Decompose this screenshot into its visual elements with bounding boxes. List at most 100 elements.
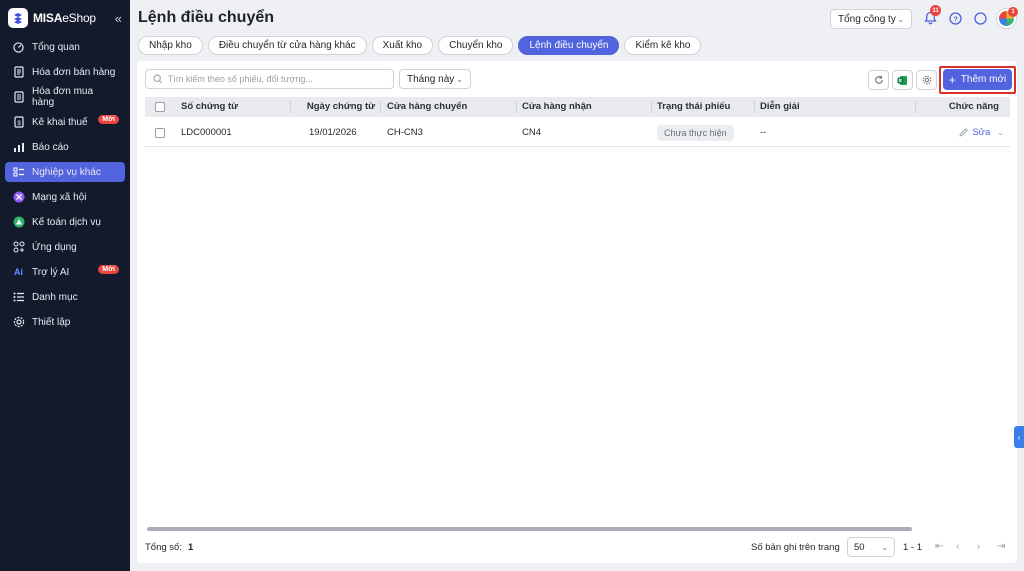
add-new-button[interactable]: + Thêm mới xyxy=(943,69,1012,90)
column-header-status[interactable]: Trạng thái phiếu xyxy=(657,97,755,117)
ai-icon: Ai xyxy=(14,267,23,277)
column-header-date[interactable]: Ngày chứng từ xyxy=(291,97,381,117)
total-label: Tổng số: xyxy=(145,542,182,553)
chevron-down-icon: ⌄ xyxy=(897,14,904,24)
tabs-bar: Nhập kho Điều chuyển từ cửa hàng khác Xu… xyxy=(138,36,702,55)
horizontal-scrollbar[interactable] xyxy=(147,527,912,531)
tab-transfer-order[interactable]: Lệnh điều chuyển xyxy=(518,36,620,55)
page-size-select[interactable]: 50 ⌄ xyxy=(847,537,895,557)
cell-to-store: CN4 xyxy=(522,127,542,138)
prev-page-icon[interactable]: ‹ xyxy=(956,541,959,552)
sidebar-item-label: Nghiệp vụ khác xyxy=(32,166,101,178)
tab-warehouse-transfer[interactable]: Chuyển kho xyxy=(438,36,514,55)
settings-button[interactable] xyxy=(916,70,937,90)
bar-chart-icon xyxy=(12,141,25,154)
sidebar-item-sales-invoice[interactable]: Hóa đơn bán hàng xyxy=(5,62,125,82)
misa-logo-icon xyxy=(8,8,28,28)
sidebar-item-tax[interactable]: $ Kê khai thuế Mới xyxy=(5,112,125,132)
pencil-icon xyxy=(959,128,968,137)
chevron-down-icon: ⌄ xyxy=(456,74,463,84)
sidebar-item-apps[interactable]: Ứng dụng xyxy=(5,237,125,257)
cell-doc-no[interactable]: LDC000001 xyxy=(181,127,232,138)
column-header-to-store[interactable]: Cửa hàng nhận xyxy=(522,97,652,117)
tab-stock-out[interactable]: Xuất kho xyxy=(371,36,434,55)
tab-inventory-check[interactable]: Kiểm kê kho xyxy=(624,36,702,55)
edit-button[interactable]: Sửa xyxy=(972,127,990,138)
avatar-badge: 1 xyxy=(1008,7,1018,17)
help-button[interactable]: ? xyxy=(947,10,963,26)
search-icon xyxy=(153,74,163,84)
refresh-icon xyxy=(874,75,883,84)
sidebar-item-overview[interactable]: Tổng quan xyxy=(5,37,125,57)
select-all-checkbox[interactable] xyxy=(155,102,165,112)
status-button[interactable] xyxy=(972,10,988,26)
social-icon xyxy=(12,191,25,204)
tax-icon: $ xyxy=(12,116,25,129)
sidebar-item-label: Trợ lý AI xyxy=(32,266,70,278)
tab-stock-in[interactable]: Nhập kho xyxy=(138,36,203,55)
svg-text:$: $ xyxy=(17,121,21,127)
sidebar-item-reports[interactable]: Báo cáo xyxy=(5,137,125,157)
row-checkbox[interactable] xyxy=(155,127,165,138)
main-panel: Tháng này ⌄ + Thêm mới Số chứng từ Ngày … xyxy=(137,61,1017,563)
period-select[interactable]: Tháng này ⌄ xyxy=(399,69,471,89)
refresh-button[interactable] xyxy=(868,70,889,90)
sidebar-item-catalog[interactable]: Danh mục xyxy=(5,287,125,307)
tab-transfer-from-other-store[interactable]: Điều chuyển từ cửa hàng khác xyxy=(207,36,367,55)
sidebar-item-label: Thiết lập xyxy=(32,316,71,328)
sidebar-item-label: Báo cáo xyxy=(32,141,69,153)
last-page-icon[interactable]: ⇥ xyxy=(997,541,1005,552)
excel-icon xyxy=(897,75,907,85)
svg-text:?: ? xyxy=(953,14,958,23)
sidebar-item-purchase-invoice[interactable]: Hóa đơn mua hàng xyxy=(5,86,125,108)
sidebar-item-other-operations[interactable]: Nghiệp vụ khác xyxy=(5,162,125,182)
accounting-icon xyxy=(12,216,25,229)
chevron-down-icon[interactable]: ⌄ xyxy=(997,128,1004,137)
page-range: 1 - 1 xyxy=(903,542,923,553)
sidebar-item-label: Kê khai thuế xyxy=(32,116,88,128)
new-badge: Mới xyxy=(98,115,119,124)
sidebar-item-label: Hóa đơn bán hàng xyxy=(32,66,116,78)
status-badge: Chưa thực hiện xyxy=(657,124,734,141)
column-header-from-store[interactable]: Cửa hàng chuyển xyxy=(387,97,517,117)
invoice-icon xyxy=(12,66,25,79)
page-size-label: Số bản ghi trên trang xyxy=(751,542,840,553)
sidebar-item-label: Ứng dụng xyxy=(32,241,77,253)
new-badge: Mới xyxy=(98,265,119,274)
sidebar-item-ai-assistant[interactable]: Ai Trợ lý AI Mới xyxy=(5,262,125,282)
notification-count-badge: 11 xyxy=(930,5,941,16)
search-input[interactable] xyxy=(167,74,386,84)
company-select[interactable]: Tổng công ty ⌄ xyxy=(830,9,912,29)
purchase-invoice-icon xyxy=(12,91,25,104)
period-select-value: Tháng này xyxy=(407,73,455,85)
sidebar: MISAeShop « Tổng quan Hóa đơn bán hàng H… xyxy=(0,0,130,571)
first-page-icon[interactable]: ⇤ xyxy=(935,541,943,552)
notification-button[interactable]: 11 xyxy=(922,5,941,26)
dashboard-icon xyxy=(12,41,25,54)
table-row[interactable]: LDC000001 19/01/2026 CH-CN3 CN4 Chưa thự… xyxy=(145,119,1010,147)
edit-action[interactable]: Sửa ⌄ xyxy=(959,127,1004,138)
chevron-down-icon: ⌄ xyxy=(881,542,888,552)
sidebar-item-settings[interactable]: Thiết lập xyxy=(5,312,125,332)
apps-icon xyxy=(12,241,25,254)
page-size-value: 50 xyxy=(854,541,865,553)
table-footer: Tổng số: 1 Số bản ghi trên trang 50 ⌄ 1 … xyxy=(145,537,1010,559)
list-icon xyxy=(12,166,25,179)
search-box[interactable] xyxy=(145,69,394,89)
cell-description: -- xyxy=(760,127,767,138)
chevron-left-icon: ‹ xyxy=(1017,432,1021,442)
plus-icon: + xyxy=(948,72,956,87)
brand: MISAeShop « xyxy=(0,0,130,36)
menu-list-icon xyxy=(12,291,25,304)
settings-icon xyxy=(922,75,931,85)
column-header-doc-no[interactable]: Số chứng từ xyxy=(181,97,291,117)
next-page-icon[interactable]: › xyxy=(977,541,980,552)
sidebar-item-social[interactable]: Mạng xã hội xyxy=(5,187,125,207)
double-chevron-left-icon[interactable]: « xyxy=(115,11,122,26)
side-panel-toggle[interactable]: ‹ xyxy=(1014,426,1024,448)
sidebar-item-accounting[interactable]: Kế toán dịch vụ xyxy=(5,212,125,232)
page-title: Lệnh điều chuyển xyxy=(138,9,275,26)
column-header-description[interactable]: Diễn giải xyxy=(760,97,916,117)
export-excel-button[interactable] xyxy=(892,70,913,90)
cell-date: 19/01/2026 xyxy=(309,127,357,138)
